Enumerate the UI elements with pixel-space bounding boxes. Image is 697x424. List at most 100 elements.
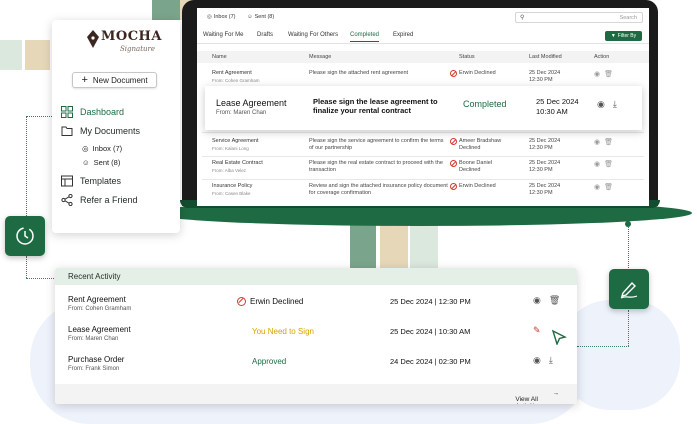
share-icon xyxy=(61,194,73,206)
grid-icon xyxy=(61,106,73,118)
tab-waiting-for-others[interactable]: Waiting For Others xyxy=(288,32,338,38)
download-icon[interactable]: ⤓ xyxy=(613,99,617,110)
screen-sent-label: Sent (8) xyxy=(254,14,275,20)
connector-left-top xyxy=(26,116,52,117)
activity-status-text: You Need to Sign xyxy=(252,327,314,336)
bg-block-green-top xyxy=(152,0,182,20)
trash-icon[interactable]: 🗑 xyxy=(604,183,613,191)
filter-button[interactable]: ▼ Filter By xyxy=(605,31,642,41)
sidebar-item-refer-a-friend[interactable]: Refer a Friend xyxy=(61,194,138,206)
cursor-icon xyxy=(551,329,567,345)
divider xyxy=(202,156,644,157)
row-date: 25 Dec 2024 12:30 PM xyxy=(529,70,561,84)
highlighted-row-card[interactable]: Lease Agreement From: Maren Chan Please … xyxy=(205,86,642,130)
download-icon[interactable]: ⤓ xyxy=(549,355,553,366)
row-date: 25 Dec 2024 12:30 PM xyxy=(529,160,561,174)
declined-icon xyxy=(450,160,457,167)
highlight-from: From: Maren Chan xyxy=(216,110,267,116)
highlight-name: Lease Agreement xyxy=(216,98,287,108)
declined-icon xyxy=(237,297,246,306)
brand-name: MOCHA xyxy=(101,29,162,44)
row-status-text: Ameer Bradshaw Declined xyxy=(459,138,502,152)
pen-nib-icon xyxy=(87,30,99,48)
trash-icon[interactable]: 🗑 xyxy=(604,160,613,168)
trash-icon[interactable]: 🗑 xyxy=(604,138,613,146)
list-item[interactable]: Lease Agreement From: Maren Chan You Nee… xyxy=(55,325,577,355)
sidebar-item-dashboard[interactable]: Dashboard xyxy=(61,106,124,118)
connector-left-bottom-h xyxy=(26,278,56,279)
activity-title: Purchase Order xyxy=(68,355,125,364)
col-action: Action xyxy=(594,54,610,60)
sent-icon: ☺ xyxy=(82,158,90,167)
eye-icon[interactable]: ◉ xyxy=(597,99,605,110)
row-status: Erwin Declined xyxy=(450,70,510,77)
sign-pen-icon[interactable]: ✎ xyxy=(533,325,541,345)
row-message: Please sign the attached rent agreement xyxy=(309,70,409,76)
eye-icon[interactable]: ◉ xyxy=(533,355,541,366)
clock-icon xyxy=(16,227,34,245)
activity-actions: ✎ xyxy=(533,325,567,345)
activity-date: 25 Dec 2024 | 10:30 AM xyxy=(390,327,471,336)
activity-status: Erwin Declined xyxy=(237,297,303,306)
sidebar-item-label: My Documents xyxy=(80,126,141,136)
recent-activity-footer: View All Activities → xyxy=(55,384,577,404)
eye-icon[interactable]: ◉ xyxy=(594,70,600,78)
tab-waiting-for-me[interactable]: Waiting For Me xyxy=(203,32,243,38)
eye-icon[interactable]: ◉ xyxy=(594,160,600,168)
col-status: Status xyxy=(459,54,475,60)
sidebar-item-my-documents[interactable]: My Documents xyxy=(61,125,140,137)
view-all-label: View All Activities xyxy=(515,396,541,404)
declined-icon xyxy=(450,183,457,190)
eye-icon[interactable]: ◉ xyxy=(533,295,541,306)
activity-title: Rent Agreement xyxy=(68,295,126,304)
screen-inbox-label: Inbox (7) xyxy=(213,14,236,20)
row-from: From: Casen Blake xyxy=(212,191,251,196)
sidebar-item-templates[interactable]: Templates xyxy=(61,175,121,187)
tab-expired[interactable]: Expired xyxy=(393,32,413,38)
sidebar-subitem-sent[interactable]: ☺ Sent (8) xyxy=(82,158,120,167)
connector-dot xyxy=(625,221,631,227)
screen-inbox-tab[interactable]: ◎ Inbox (7) xyxy=(207,14,236,20)
tab-completed[interactable]: Completed xyxy=(350,32,380,42)
search-icon: ⚲ xyxy=(520,15,525,21)
highlight-message: Please sign the lease agreement to final… xyxy=(313,97,438,116)
list-item[interactable]: Rent Agreement From: Cohen Gramham Erwin… xyxy=(55,295,577,325)
new-document-label: New Document xyxy=(92,75,148,85)
row-actions: ◉ 🗑 xyxy=(594,70,613,78)
screen-sent-tab[interactable]: ☺ Sent (8) xyxy=(247,14,274,20)
bg-block-tan-mid xyxy=(380,220,408,272)
row-status: Ameer Bradshaw Declined xyxy=(450,138,510,152)
view-all-activities-link[interactable]: View All Activities → xyxy=(515,390,559,404)
plus-icon: + xyxy=(81,73,88,86)
row-message: Please sign the real estate contract to … xyxy=(309,160,443,174)
tab-drafts[interactable]: Drafts xyxy=(257,32,273,38)
row-actions: ◉ 🗑 xyxy=(594,160,613,168)
sidebar: MOCHA Signature + New Document Dashboard… xyxy=(52,20,180,233)
highlight-date: 25 Dec 2024 10:30 AM xyxy=(536,97,579,117)
activity-status-text: Erwin Declined xyxy=(250,297,304,306)
sidebar-subitem-inbox[interactable]: ◎ Inbox (7) xyxy=(82,144,122,153)
row-from: From: Cohen Gramham xyxy=(212,78,260,83)
background-blob-right xyxy=(560,300,680,410)
trash-icon[interactable]: 🗑 xyxy=(549,295,560,306)
row-status-text: Erwin Declined xyxy=(459,70,496,76)
bg-block-green-mid xyxy=(350,220,376,272)
eye-icon[interactable]: ◉ xyxy=(594,138,600,146)
sidebar-subitem-label: Sent (8) xyxy=(93,158,121,167)
eye-icon[interactable]: ◉ xyxy=(594,183,600,191)
screen-topbar: ◎ Inbox (7) ☺ Sent (8) ⚲ Search xyxy=(197,8,649,28)
activity-actions: ◉ ⤓ xyxy=(533,355,553,366)
new-document-button[interactable]: + New Document xyxy=(72,72,157,88)
row-message: Please sign the service agreement to con… xyxy=(309,138,444,152)
activity-status: Approved xyxy=(252,357,286,366)
search-input[interactable]: ⚲ Search xyxy=(515,12,643,23)
row-name: Rent Agreement xyxy=(212,70,252,76)
folder-icon xyxy=(61,126,73,136)
signature-pen-icon xyxy=(620,281,638,299)
row-name: Insurance Policy xyxy=(212,183,253,189)
trash-icon[interactable]: 🗑 xyxy=(604,70,613,78)
sidebar-item-label: Refer a Friend xyxy=(80,195,138,205)
row-name: Real Estate Contract xyxy=(212,160,263,166)
bg-block-lightgreen-mid xyxy=(410,220,438,272)
connector-right-bottom-h xyxy=(577,346,629,347)
